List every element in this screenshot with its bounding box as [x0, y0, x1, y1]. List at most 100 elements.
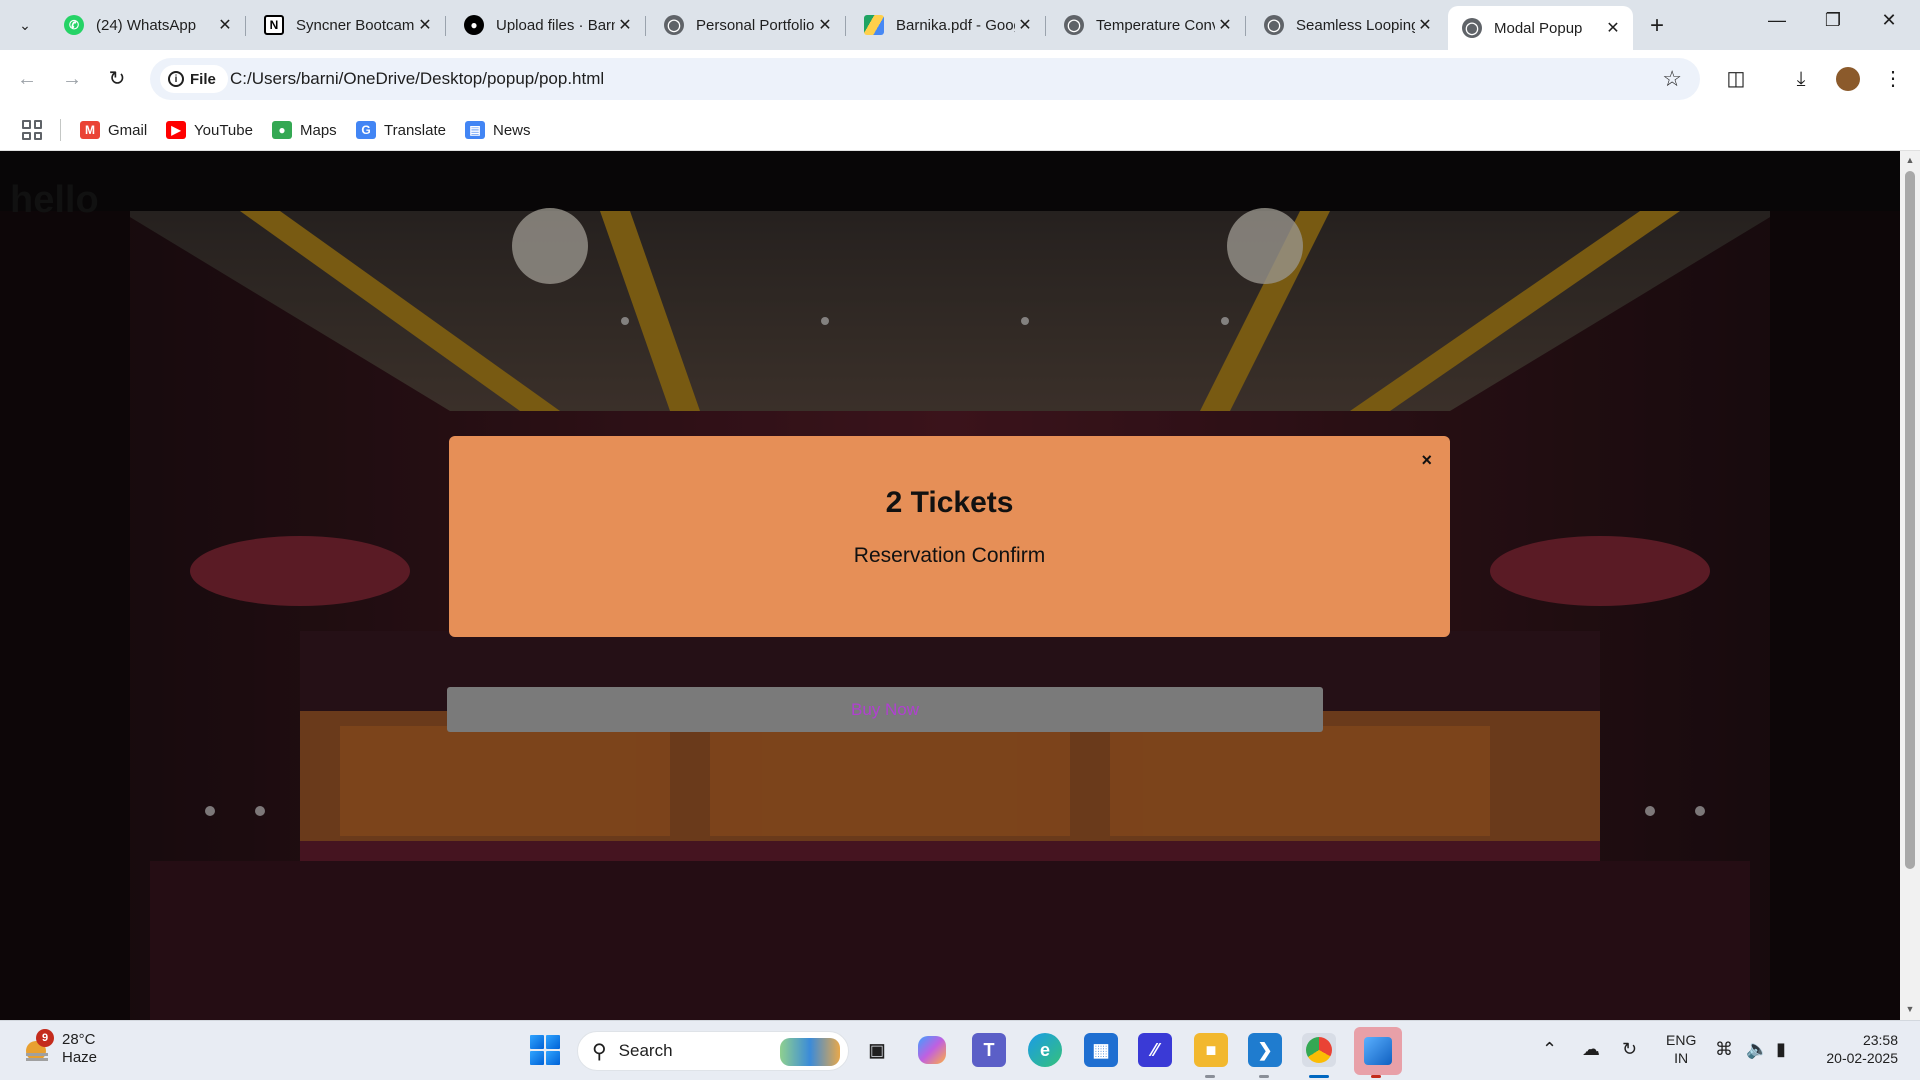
- bookmark-label: YouTube: [194, 121, 253, 139]
- store-icon[interactable]: ▦: [1084, 1033, 1118, 1067]
- clock[interactable]: 23:58 20-02-2025: [1818, 1031, 1898, 1067]
- tab-close-icon[interactable]: ✕: [1015, 15, 1035, 35]
- file-explorer-icon[interactable]: ■: [1194, 1033, 1228, 1067]
- scheme-label: File: [190, 70, 216, 88]
- scrollbar-thumb[interactable]: [1905, 171, 1915, 869]
- forward-icon[interactable]: →: [57, 64, 87, 94]
- taskbar-search[interactable]: ⚲ Search: [577, 1031, 849, 1071]
- clock-time: 23:58: [1862, 1032, 1898, 1048]
- tab-strip: ⌄ ✆ (24) WhatsApp ✕ N Syncner Bootcamp ✕…: [0, 0, 1920, 50]
- tab-title: Barnika.pdf - Google Drive: [896, 16, 1015, 34]
- tab-close-icon[interactable]: ✕: [1415, 15, 1435, 35]
- tab-title: Modal Popup: [1494, 19, 1583, 37]
- tab-close-icon[interactable]: ✕: [815, 15, 835, 35]
- bookmark-maps[interactable]: ● Maps: [272, 117, 337, 143]
- back-icon[interactable]: ←: [12, 64, 42, 94]
- search-highlight-art: [780, 1038, 840, 1066]
- vscode-icon[interactable]: ❯: [1248, 1033, 1282, 1067]
- active-indicator: [1309, 1075, 1329, 1078]
- tab-close-icon[interactable]: ✕: [1603, 18, 1623, 38]
- tab-divider: [245, 16, 246, 36]
- bookmark-youtube[interactable]: ▶ YouTube: [166, 117, 253, 143]
- running-indicator: [1205, 1075, 1215, 1078]
- app-icon[interactable]: ⁄⁄: [1138, 1033, 1172, 1067]
- tab-seamless[interactable]: ◯ Seamless Looping ✕: [1250, 6, 1445, 44]
- bookmark-news[interactable]: ▤ News: [465, 117, 531, 143]
- reload-icon[interactable]: ↻: [102, 64, 132, 94]
- github-icon: ●: [464, 15, 484, 35]
- weather-widget[interactable]: 9 28°C Haze: [22, 1029, 97, 1067]
- google-drive-icon: [864, 15, 884, 35]
- teams-icon[interactable]: T: [972, 1033, 1006, 1067]
- buy-now-button[interactable]: Buy Now: [447, 687, 1323, 732]
- language-code: ENG: [1666, 1032, 1697, 1048]
- clock-date: 20-02-2025: [1826, 1050, 1898, 1066]
- download-icon[interactable]: ⤓: [1786, 64, 1816, 94]
- running-indicator: [1259, 1075, 1269, 1078]
- minimize-icon[interactable]: —: [1762, 10, 1792, 31]
- edge-icon[interactable]: e: [1028, 1033, 1062, 1067]
- tab-modal-popup[interactable]: ◯ Modal Popup ✕: [1448, 6, 1633, 50]
- tab-google-drive[interactable]: Barnika.pdf - Google Drive ✕: [850, 6, 1046, 44]
- start-icon[interactable]: [530, 1035, 560, 1065]
- weather-icon: 9: [22, 1029, 54, 1065]
- copilot-icon[interactable]: [918, 1036, 946, 1064]
- tab-search-dropdown-icon[interactable]: ⌄: [10, 10, 40, 40]
- tab-close-icon[interactable]: ✕: [615, 15, 635, 35]
- address-bar[interactable]: i File C:/Users/barni/OneDrive/Desktop/p…: [150, 58, 1700, 100]
- tab-divider: [645, 16, 646, 36]
- gmail-icon: M: [80, 121, 100, 139]
- page-viewport: hello × 2 Tickets Reservation Confirm Bu…: [0, 151, 1900, 1020]
- volume-icon[interactable]: 🔈: [1746, 1039, 1768, 1060]
- sync-icon[interactable]: ↻: [1622, 1039, 1637, 1060]
- bookmark-label: Translate: [384, 121, 446, 139]
- notion-icon: N: [264, 15, 284, 35]
- page-scrollbar[interactable]: ▲ ▼: [1900, 151, 1920, 1020]
- apps-grid-icon[interactable]: [22, 120, 42, 140]
- page-heading: hello: [10, 179, 99, 221]
- new-tab-button[interactable]: +: [1650, 12, 1664, 40]
- modal-close-icon[interactable]: ×: [1421, 450, 1432, 471]
- tab-github[interactable]: ● Upload files · Barnika ✕: [450, 6, 646, 44]
- tab-temperature[interactable]: ◯ Temperature Converter ✕: [1050, 6, 1246, 44]
- tab-close-icon[interactable]: ✕: [1215, 15, 1235, 35]
- window-close-icon[interactable]: ✕: [1874, 10, 1904, 31]
- tab-whatsapp[interactable]: ✆ (24) WhatsApp ✕: [50, 6, 246, 44]
- language-indicator[interactable]: ENG IN: [1666, 1031, 1696, 1067]
- chrome-icon[interactable]: [1302, 1033, 1336, 1067]
- extensions-icon[interactable]: ◫: [1721, 64, 1751, 94]
- youtube-icon: ▶: [166, 121, 186, 139]
- photos-icon[interactable]: [1354, 1027, 1402, 1075]
- scroll-up-icon[interactable]: ▲: [1900, 155, 1920, 165]
- tab-title: Upload files · Barnika: [496, 16, 615, 34]
- onedrive-icon[interactable]: ☁: [1582, 1039, 1600, 1060]
- translate-icon: G: [356, 121, 376, 139]
- language-region: IN: [1674, 1050, 1689, 1066]
- url-text[interactable]: C:/Users/barni/OneDrive/Desktop/popup/po…: [230, 69, 604, 89]
- site-info-chip[interactable]: i File: [160, 65, 228, 93]
- restore-icon[interactable]: ❐: [1818, 10, 1848, 31]
- bookmark-label: Gmail: [108, 121, 148, 139]
- bookmark-translate[interactable]: G Translate: [356, 117, 446, 143]
- battery-icon[interactable]: ▮: [1776, 1039, 1786, 1060]
- bookmark-star-icon[interactable]: ☆: [1662, 66, 1682, 92]
- running-indicator: [1371, 1075, 1381, 1078]
- info-icon: i: [168, 71, 184, 87]
- tab-divider: [1245, 16, 1246, 36]
- menu-kebab-icon[interactable]: ⋮: [1878, 64, 1908, 94]
- modal-popup: × 2 Tickets Reservation Confirm: [449, 436, 1450, 637]
- show-hidden-icons-icon[interactable]: ⌃: [1542, 1039, 1557, 1060]
- profile-avatar[interactable]: [1833, 64, 1863, 94]
- weather-temp: 28°C: [62, 1031, 96, 1048]
- search-label: Search: [618, 1041, 673, 1060]
- tab-close-icon[interactable]: ✕: [215, 15, 235, 35]
- bookmark-gmail[interactable]: M Gmail: [80, 117, 147, 143]
- tab-portfolio[interactable]: ◯ Personal Portfolio ✕: [650, 6, 846, 44]
- scroll-down-icon[interactable]: ▼: [1900, 1004, 1920, 1014]
- browser-toolbar: ← → ↻ i File C:/Users/barni/OneDrive/Des…: [0, 50, 1920, 108]
- tab-close-icon[interactable]: ✕: [415, 15, 435, 35]
- news-icon: ▤: [465, 121, 485, 139]
- task-view-icon[interactable]: ▣: [860, 1033, 894, 1067]
- wifi-icon[interactable]: ⌘: [1715, 1039, 1733, 1060]
- tab-syncner[interactable]: N Syncner Bootcamp ✕: [250, 6, 446, 44]
